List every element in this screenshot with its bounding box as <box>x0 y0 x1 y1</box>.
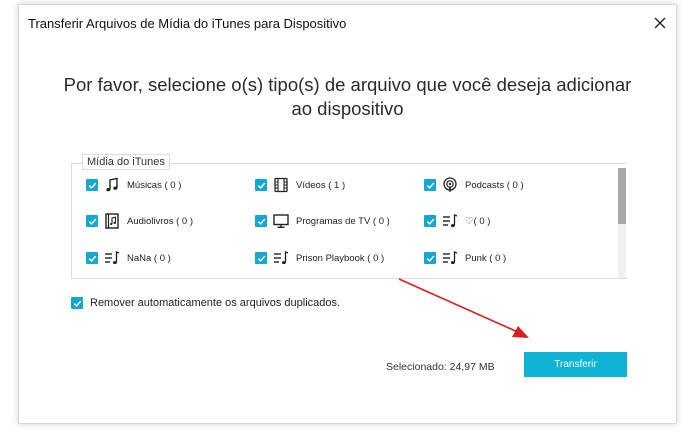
playlist-icon <box>273 250 289 266</box>
page-heading: Por favor, selecione o(s) tipo(s) de arq… <box>63 74 632 119</box>
media-item-prison-playbook[interactable]: Prison Playbook ( 0 ) <box>255 248 384 268</box>
title-bar: Transferir Arquivos de Mídia do iTunes p… <box>19 5 676 41</box>
checkbox-nana[interactable] <box>86 252 98 264</box>
check-icon <box>426 218 434 225</box>
media-item-label: Prison Playbook ( 0 ) <box>296 252 385 264</box>
checkbox-audiolivros[interactable] <box>86 215 98 227</box>
dedupe-checkbox[interactable] <box>71 297 83 309</box>
scrollbar-thumb[interactable] <box>618 168 626 224</box>
podcast-icon <box>442 177 458 193</box>
scrollbar-track[interactable] <box>618 168 626 278</box>
media-item-label: Punk ( 0 ) <box>465 252 507 264</box>
group-legend: Mídia do iTunes <box>82 154 170 170</box>
check-icon <box>257 255 265 262</box>
media-item-label: Vídeos ( 1 ) <box>296 179 346 191</box>
film-icon <box>273 177 289 193</box>
media-item-heart-playlist[interactable]: ♡( 0 ) <box>424 211 490 231</box>
playlist-icon <box>442 213 458 229</box>
dedupe-option[interactable]: Remover automaticamente os arquivos dupl… <box>71 297 340 309</box>
media-item-videos[interactable]: Vídeos ( 1 ) <box>255 175 345 195</box>
media-item-label: Programas de TV ( 0 ) <box>296 215 390 227</box>
check-icon <box>88 255 96 262</box>
music-note-icon <box>104 177 120 193</box>
transfer-button[interactable]: Transferir <box>524 352 627 377</box>
window-title: Transferir Arquivos de Mídia do iTunes p… <box>28 16 347 31</box>
media-item-label: Audiolivros ( 0 ) <box>127 215 193 227</box>
check-icon <box>426 182 434 189</box>
transfer-dialog: Transferir Arquivos de Mídia do iTunes p… <box>18 4 677 424</box>
media-item-label: Podcasts ( 0 ) <box>465 179 524 191</box>
media-item-label: Músicas ( 0 ) <box>127 179 182 191</box>
checkbox-videos[interactable] <box>255 179 267 191</box>
check-icon <box>88 218 96 225</box>
check-icon <box>426 255 434 262</box>
audiobook-icon <box>104 213 120 229</box>
checkbox-musicas[interactable] <box>86 179 98 191</box>
media-item-nana[interactable]: NaNa ( 0 ) <box>86 248 171 268</box>
media-item-label: ♡( 0 ) <box>465 215 491 227</box>
media-item-podcasts[interactable]: Podcasts ( 0 ) <box>424 175 524 195</box>
close-icon <box>654 17 666 29</box>
selected-size: Selecionado: 24,97 MB <box>386 361 495 373</box>
check-icon <box>73 300 81 307</box>
checkbox-prison-playbook[interactable] <box>255 252 267 264</box>
media-item-label: NaNa ( 0 ) <box>127 252 171 264</box>
checkbox-programas-tv[interactable] <box>255 215 267 227</box>
media-item-audiolivros[interactable]: Audiolivros ( 0 ) <box>86 211 193 231</box>
check-icon <box>88 182 96 189</box>
checkbox-podcasts[interactable] <box>424 179 436 191</box>
playlist-icon <box>442 250 458 266</box>
close-button[interactable] <box>650 13 670 33</box>
media-item-programas-tv[interactable]: Programas de TV ( 0 ) <box>255 211 390 231</box>
tv-icon <box>273 213 289 229</box>
checkbox-heart-playlist[interactable] <box>424 215 436 227</box>
dedupe-label: Remover automaticamente os arquivos dupl… <box>90 297 341 309</box>
media-item-musicas[interactable]: Músicas ( 0 ) <box>86 175 181 195</box>
playlist-icon <box>104 250 120 266</box>
media-item-punk[interactable]: Punk ( 0 ) <box>424 248 506 268</box>
checkbox-punk[interactable] <box>424 252 436 264</box>
check-icon <box>257 182 265 189</box>
check-icon <box>257 218 265 225</box>
